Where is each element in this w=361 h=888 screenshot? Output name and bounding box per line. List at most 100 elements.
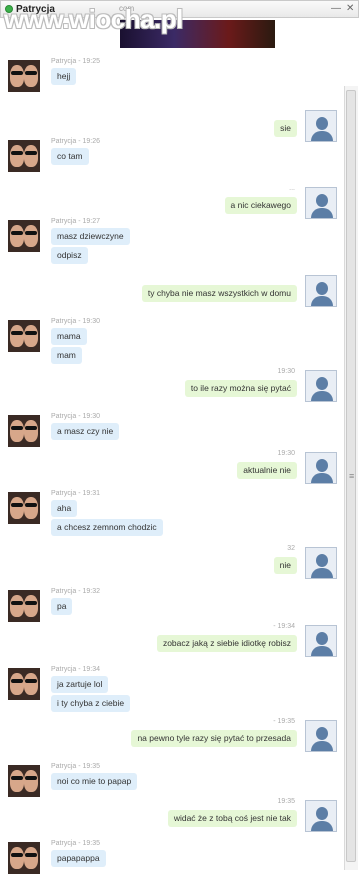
face-shape: [24, 225, 38, 247]
message-bubble: i ty chyba z ciebie: [51, 695, 131, 712]
avatar-head-shape: [316, 377, 328, 390]
user-avatar: [305, 110, 337, 142]
message-meta: Patrycja - 19:26: [51, 138, 101, 145]
avatar-body-shape: [311, 821, 333, 831]
sunglasses-shape: [11, 503, 23, 507]
message-bubble: nie: [273, 557, 297, 574]
message-bubble: masz dziewczyne: [51, 228, 130, 245]
sunglasses-shape: [25, 71, 37, 75]
message-meta: - 19:35: [273, 718, 295, 725]
sunglasses-shape: [11, 679, 23, 683]
message-bubble: ty chyba nie masz wszystkich w domu: [141, 285, 297, 302]
face-shape: [24, 847, 38, 869]
face-shape: [10, 595, 24, 617]
message-meta: Patrycja - 19:35: [51, 840, 101, 847]
avatar-body-shape: [311, 391, 333, 401]
message-bubble: sie: [274, 120, 297, 137]
avatar-body-shape: [311, 296, 333, 306]
message-meta: Patrycja - 19:35: [51, 763, 101, 770]
sunglasses-shape: [25, 853, 37, 857]
message-bubble: mama: [51, 328, 87, 345]
grip-icon: ≡: [349, 471, 355, 481]
contact-avatar: [8, 765, 40, 797]
avatar-head-shape: [316, 554, 328, 567]
sunglasses-shape: [11, 71, 23, 75]
message-bubble: papapappa: [51, 850, 106, 867]
message-bubble: a nic ciekawego: [224, 197, 297, 214]
face-shape: [10, 145, 24, 167]
message-bubble: aha: [51, 500, 78, 517]
contact-avatar: [8, 320, 40, 352]
message-bubble: co tam: [51, 148, 89, 165]
contact-avatar: [8, 590, 40, 622]
message-bubble: zobacz jaką z siebie idiotkę robisz: [156, 635, 297, 652]
face-shape: [24, 325, 38, 347]
scrollbar-thumb[interactable]: ≡: [346, 90, 356, 862]
message-meta: Patrycja - 19:30: [51, 413, 101, 420]
sunglasses-shape: [11, 231, 23, 235]
sunglasses-shape: [11, 776, 23, 780]
message-bubble: widać że z tobą coś jest nie tak: [167, 810, 297, 827]
user-avatar: [305, 625, 337, 657]
face-shape: [24, 673, 38, 695]
user-avatar: [305, 370, 337, 402]
face-shape: [10, 65, 24, 87]
face-shape: [24, 770, 38, 792]
chat-history[interactable]: Patrycja - 19:25 hejj sie Patrycja - 19:26 c…: [0, 18, 343, 886]
message-bubble: odpisz: [51, 247, 88, 264]
avatar-head-shape: [316, 632, 328, 645]
avatar-head-shape: [316, 282, 328, 295]
user-avatar: [305, 800, 337, 832]
avatar-head-shape: [316, 194, 328, 207]
avatar-body-shape: [311, 741, 333, 751]
message-meta: Patrycja - 19:31: [51, 490, 101, 497]
message-meta: - 19:34: [273, 623, 295, 630]
message-bubble: hejj: [51, 68, 77, 85]
face-shape: [24, 145, 38, 167]
avatar-body-shape: [311, 568, 333, 578]
minimize-button[interactable]: —: [331, 3, 341, 14]
contact-avatar: [8, 60, 40, 92]
user-avatar: [305, 275, 337, 307]
message-meta: Patrycja - 19:30: [51, 318, 101, 325]
message-bubble: pa: [51, 598, 73, 615]
sunglasses-shape: [25, 601, 37, 605]
message-bubble: ja zartuje lol: [51, 676, 109, 693]
sunglasses-shape: [25, 331, 37, 335]
message-bubble: a chcesz zemnom chodzic: [51, 519, 163, 536]
close-button[interactable]: ✕: [346, 3, 354, 14]
message-meta: ...: [289, 185, 295, 192]
avatar-body-shape: [311, 646, 333, 656]
user-avatar: [305, 547, 337, 579]
sunglasses-shape: [25, 151, 37, 155]
sunglasses-shape: [11, 426, 23, 430]
face-shape: [10, 325, 24, 347]
message-bubble: noi co mie to papap: [51, 773, 138, 790]
contact-avatar: [8, 668, 40, 700]
message-meta: 19:35: [277, 798, 295, 805]
sunglasses-shape: [11, 151, 23, 155]
message-bubble: na pewno tyle razy się pytać to przesada: [131, 730, 297, 747]
message-meta: 32: [287, 545, 295, 552]
face-shape: [10, 847, 24, 869]
sunglasses-shape: [11, 331, 23, 335]
face-shape: [10, 420, 24, 442]
message-bubble: aktualnie nie: [237, 462, 297, 479]
message-meta: Patrycja - 19:25: [51, 58, 101, 65]
message-meta: 19:30: [277, 368, 295, 375]
face-shape: [24, 497, 38, 519]
face-shape: [24, 595, 38, 617]
avatar-head-shape: [316, 727, 328, 740]
contact-avatar: [8, 140, 40, 172]
scrollbar[interactable]: ≡: [344, 86, 358, 870]
message-meta: Patrycja - 19:34: [51, 666, 101, 673]
avatar-body-shape: [311, 208, 333, 218]
message-meta: Patrycja - 19:32: [51, 588, 101, 595]
message-meta: Patrycja - 19:27: [51, 218, 101, 225]
contact-avatar: [8, 492, 40, 524]
face-shape: [10, 673, 24, 695]
face-shape: [10, 497, 24, 519]
face-shape: [10, 225, 24, 247]
avatar-head-shape: [316, 807, 328, 820]
sunglasses-shape: [11, 853, 23, 857]
